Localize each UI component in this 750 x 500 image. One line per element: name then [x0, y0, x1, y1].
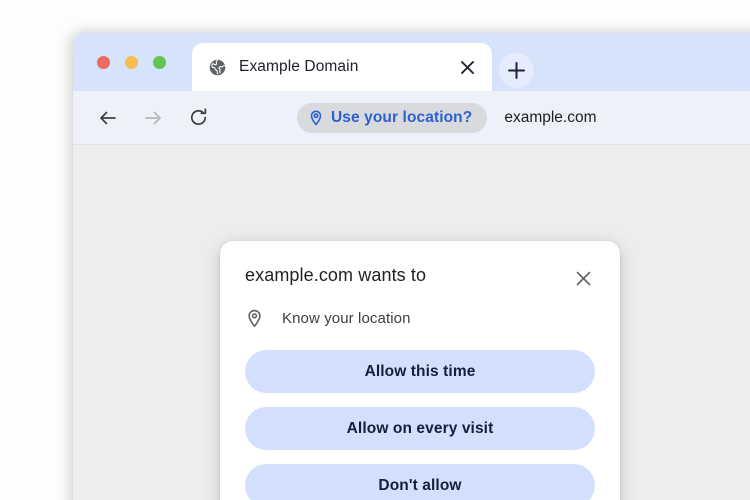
tab-close-button[interactable] — [454, 54, 480, 80]
browser-window: Example Domain Use your location? exampl… — [73, 33, 750, 500]
location-permission-chip[interactable]: Use your location? — [297, 102, 488, 133]
dont-allow-button[interactable]: Don't allow — [245, 464, 595, 500]
permission-dialog: example.com wants to Know your location … — [220, 241, 620, 500]
reload-icon — [190, 108, 206, 126]
forward-button[interactable] — [136, 101, 170, 135]
url-text: example.com — [504, 108, 597, 126]
address-bar[interactable]: Use your location? example.com — [225, 91, 750, 144]
tab-strip: Example Domain — [73, 33, 750, 91]
window-minimize-button[interactable] — [125, 56, 138, 69]
arrow-right-icon — [145, 111, 161, 124]
dialog-close-button[interactable] — [571, 266, 595, 290]
globe-icon — [209, 59, 226, 75]
close-icon — [460, 60, 474, 74]
location-pin-icon — [248, 309, 261, 328]
location-chip-label: Use your location? — [331, 108, 473, 126]
dialog-button-group: Allow this time Allow on every visit Don… — [245, 350, 595, 500]
new-tab-button[interactable] — [499, 53, 534, 88]
allow-this-time-button[interactable]: Allow this time — [245, 350, 595, 393]
plus-icon — [508, 62, 525, 79]
back-button[interactable] — [91, 101, 125, 135]
arrow-left-icon — [100, 111, 116, 124]
location-pin-icon — [310, 110, 322, 125]
dialog-title: example.com wants to — [245, 265, 427, 285]
tab-example-domain[interactable]: Example Domain — [192, 43, 492, 91]
window-controls — [97, 56, 166, 69]
window-close-button[interactable] — [97, 56, 110, 69]
window-maximize-button[interactable] — [153, 56, 166, 69]
page-content-area: example.com wants to Know your location … — [73, 144, 750, 500]
permission-row: Know your location — [245, 309, 595, 328]
tab-title: Example Domain — [239, 58, 359, 75]
permission-label: Know your location — [282, 310, 411, 327]
browser-toolbar: Use your location? example.com — [73, 91, 750, 144]
reload-button[interactable] — [181, 101, 215, 135]
allow-every-visit-button[interactable]: Allow on every visit — [245, 407, 595, 450]
dialog-header: example.com wants to — [245, 265, 595, 290]
close-icon — [576, 271, 590, 285]
